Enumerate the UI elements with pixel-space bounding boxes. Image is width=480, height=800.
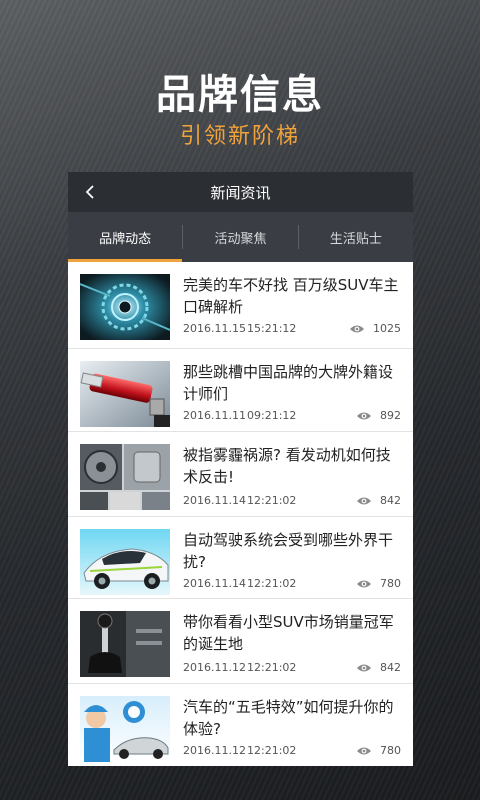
news-item[interactable]: 汽车的“五毛特效”如何提升你的体验? 2016.11.12 12:21:02 7… <box>68 684 413 766</box>
news-item[interactable]: 被指雾霾祸源? 看发动机如何技术反击! 2016.11.14 12:21:02 … <box>68 432 413 517</box>
tab-events[interactable]: 活动聚焦 <box>183 212 297 262</box>
news-title: 自动驾驶系统会受到哪些外界干扰? <box>183 531 394 571</box>
eye-icon <box>350 325 364 332</box>
news-meta: 2016.11.12 12:21:02 842 <box>183 661 401 674</box>
news-meta: 2016.11.14 12:21:02 780 <box>183 577 401 590</box>
news-meta: 2016.11.14 12:21:02 842 <box>183 494 401 507</box>
news-item[interactable]: 那些跳槽中国品牌的大牌外籍设计师们 2016.11.11 09:21:12 89… <box>68 349 413 432</box>
news-meta: 2016.11.15 15:21:12 1025 <box>183 322 401 335</box>
news-views: 842 <box>356 661 401 674</box>
news-date: 2016.11.14 <box>183 577 246 590</box>
tab-label: 活动聚焦 <box>214 231 267 247</box>
news-views: 842 <box>356 494 401 507</box>
news-title: 那些跳槽中国品牌的大牌外籍设计师们 <box>183 363 394 403</box>
news-item[interactable]: 带你看看小型SUV市场销量冠军的诞生地 2016.11.12 12:21:02 … <box>68 599 413 684</box>
news-meta: 2016.11.12 12:21:02 780 <box>183 744 401 757</box>
news-views: 1025 <box>349 322 401 335</box>
news-thumbnail <box>80 361 170 427</box>
hero-subtitle: 引领新阶梯 <box>179 124 300 149</box>
news-views: 780 <box>356 577 401 590</box>
eye-icon <box>357 580 371 587</box>
news-title: 汽车的“五毛特效”如何提升你的体验? <box>183 698 394 738</box>
phone-screen: 新闻资讯 品牌动态 活动聚焦 生活贴士 完美的车不好找 百万级SUV车主口碑解析… <box>68 172 413 766</box>
view-count: 892 <box>380 409 401 422</box>
news-date: 2016.11.11 <box>183 409 246 422</box>
news-time: 12:21:02 <box>247 661 297 674</box>
news-time: 12:21:02 <box>247 577 297 590</box>
view-count: 780 <box>380 744 401 757</box>
eye-icon <box>357 747 371 754</box>
navbar: 新闻资讯 <box>68 172 413 212</box>
news-time: 12:21:02 <box>247 494 297 507</box>
hero-title: 品牌信息 <box>156 72 324 118</box>
news-title: 被指雾霾祸源? 看发动机如何技术反击! <box>183 446 391 486</box>
news-item[interactable]: 完美的车不好找 百万级SUV车主口碑解析 2016.11.15 15:21:12… <box>68 262 413 349</box>
news-thumbnail <box>80 696 170 762</box>
news-views: 780 <box>356 744 401 757</box>
view-count: 842 <box>380 661 401 674</box>
tab-brand-news[interactable]: 品牌动态 <box>68 212 183 262</box>
news-thumbnail <box>80 611 170 677</box>
news-item[interactable]: 自动驾驶系统会受到哪些外界干扰? 2016.11.14 12:21:02 780 <box>68 517 413 599</box>
news-date: 2016.11.12 <box>183 744 246 757</box>
news-time: 09:21:12 <box>247 409 297 422</box>
news-date: 2016.11.15 <box>183 322 246 335</box>
tab-label: 品牌动态 <box>99 231 152 247</box>
news-meta: 2016.11.11 09:21:12 892 <box>183 409 401 422</box>
eye-icon <box>357 497 371 504</box>
view-count: 780 <box>380 577 401 590</box>
news-views: 892 <box>356 409 401 422</box>
news-thumbnail <box>80 444 170 510</box>
news-thumbnail <box>80 274 170 340</box>
news-title: 完美的车不好找 百万级SUV车主口碑解析 <box>183 276 399 316</box>
news-date: 2016.11.14 <box>183 494 246 507</box>
eye-icon <box>357 664 371 671</box>
page-title: 新闻资讯 <box>210 183 271 202</box>
tab-bar: 品牌动态 活动聚焦 生活贴士 <box>68 212 413 262</box>
news-thumbnail <box>80 529 170 595</box>
news-time: 15:21:12 <box>247 322 297 335</box>
chevron-left-icon <box>85 185 94 199</box>
tab-label: 生活贴士 <box>329 231 382 247</box>
news-title: 带你看看小型SUV市场销量冠军的诞生地 <box>183 613 394 653</box>
back-button[interactable] <box>76 178 104 206</box>
news-time: 12:21:02 <box>247 744 297 757</box>
eye-icon <box>357 412 371 419</box>
news-list: 完美的车不好找 百万级SUV车主口碑解析 2016.11.15 15:21:12… <box>68 262 413 766</box>
news-date: 2016.11.12 <box>183 661 246 674</box>
view-count: 842 <box>380 494 401 507</box>
tab-life-tips[interactable]: 生活贴士 <box>299 212 413 262</box>
view-count: 1025 <box>373 322 401 335</box>
